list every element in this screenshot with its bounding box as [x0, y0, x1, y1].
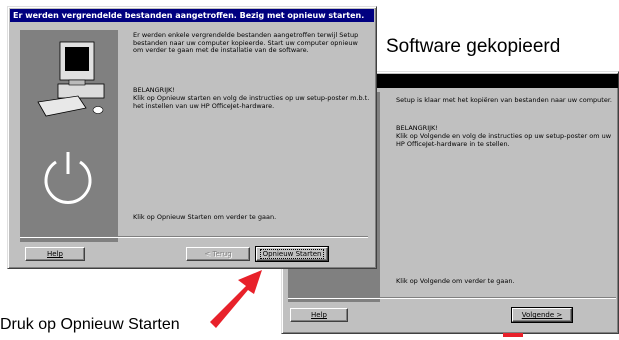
arrow-icon	[210, 270, 262, 328]
help-button[interactable]: Help	[290, 308, 348, 322]
help-button[interactable]: Help	[25, 247, 85, 261]
back-button[interactable]: < Terug	[186, 247, 250, 261]
dialog-side-panel	[20, 30, 118, 242]
important-text: Klik op Opnieuw starten en volg de instr…	[133, 94, 370, 110]
help-label: Help	[47, 250, 63, 258]
press-restart-caption: Druk op Opnieuw Starten	[0, 316, 180, 333]
next-label: Volgende >	[521, 311, 563, 319]
arrow-icon	[503, 333, 523, 337]
restart-button[interactable]: Opnieuw Starten	[255, 246, 329, 262]
dialog-separator	[20, 236, 368, 238]
footer-instruction: Klik op Opnieuw Starten om verder te gaa…	[133, 213, 277, 221]
dialog-body-text: Er werden enkele vergrendelde bestanden …	[133, 31, 359, 55]
software-copied-caption: Software gekopieerd	[386, 36, 561, 57]
footer-instruction: Klik op Volgende om verder te gaan.	[396, 277, 515, 285]
back-label: < Terug	[204, 250, 232, 258]
important-text: Klik op Volgende en volg de instructies …	[396, 132, 612, 148]
next-button[interactable]: Volgende >	[511, 307, 573, 323]
dialog-title: Er werden vergrendelde bestanden aangetr…	[10, 9, 374, 22]
dialog-body-text: Setup is klaar met het kopiëren van best…	[396, 96, 612, 104]
dialog-separator	[288, 297, 616, 299]
help-label: Help	[311, 311, 327, 319]
power-icon	[44, 152, 92, 204]
dialog-restart: Er werden vergrendelde bestanden aangetr…	[7, 6, 377, 269]
computer-icon	[37, 41, 105, 117]
restart-label: Opnieuw Starten	[259, 249, 325, 259]
